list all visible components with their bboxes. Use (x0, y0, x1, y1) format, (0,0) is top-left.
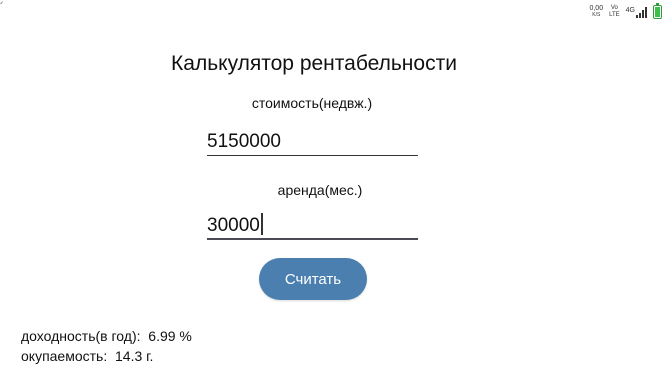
signal-bars-icon (636, 6, 647, 18)
payback-label: окупаемость: (21, 348, 108, 364)
network-speed-unit: K/S (592, 12, 601, 18)
monthly-rent-value: 30000 (207, 215, 260, 236)
volte-top-text: Vo (610, 5, 618, 11)
network-speed-value: 0,00 (589, 5, 604, 12)
status-bar-left-mark: ᐟ (0, 0, 4, 9)
do-not-disturb-moon-icon (571, 3, 583, 22)
calculate-button[interactable]: Считать (259, 258, 367, 300)
property-cost-label: стоимость(недвж.) (251, 95, 373, 111)
property-cost-value: 5150000 (207, 131, 281, 152)
text-cursor (260, 212, 263, 235)
monthly-rent-input[interactable]: 30000 (207, 212, 418, 240)
yield-value: 6.99 % (148, 328, 192, 344)
yield-label: доходность(в год): (21, 328, 141, 344)
network-type-label: 4G (625, 6, 635, 14)
status-bar: 0,00 K/S Vo LTE 4G (571, 3, 662, 22)
battery-icon (653, 3, 662, 19)
volte-bottom-text: LTE (609, 12, 620, 18)
page-title: Калькулятор рентабельности (171, 52, 457, 75)
monthly-rent-label: аренда(мес.) (277, 182, 363, 198)
cellular-signal-indicator: 4G (625, 6, 647, 18)
volte-indicator: Vo LTE (609, 5, 620, 19)
payback-value: 14.3 г. (115, 348, 154, 364)
property-cost-input[interactable]: 5150000 (207, 128, 418, 156)
network-speed-indicator: 0,00 K/S (589, 5, 603, 19)
payback-result: окупаемость: 14.3 г. (21, 348, 153, 364)
yield-result: доходность(в год): 6.99 % (21, 328, 192, 344)
